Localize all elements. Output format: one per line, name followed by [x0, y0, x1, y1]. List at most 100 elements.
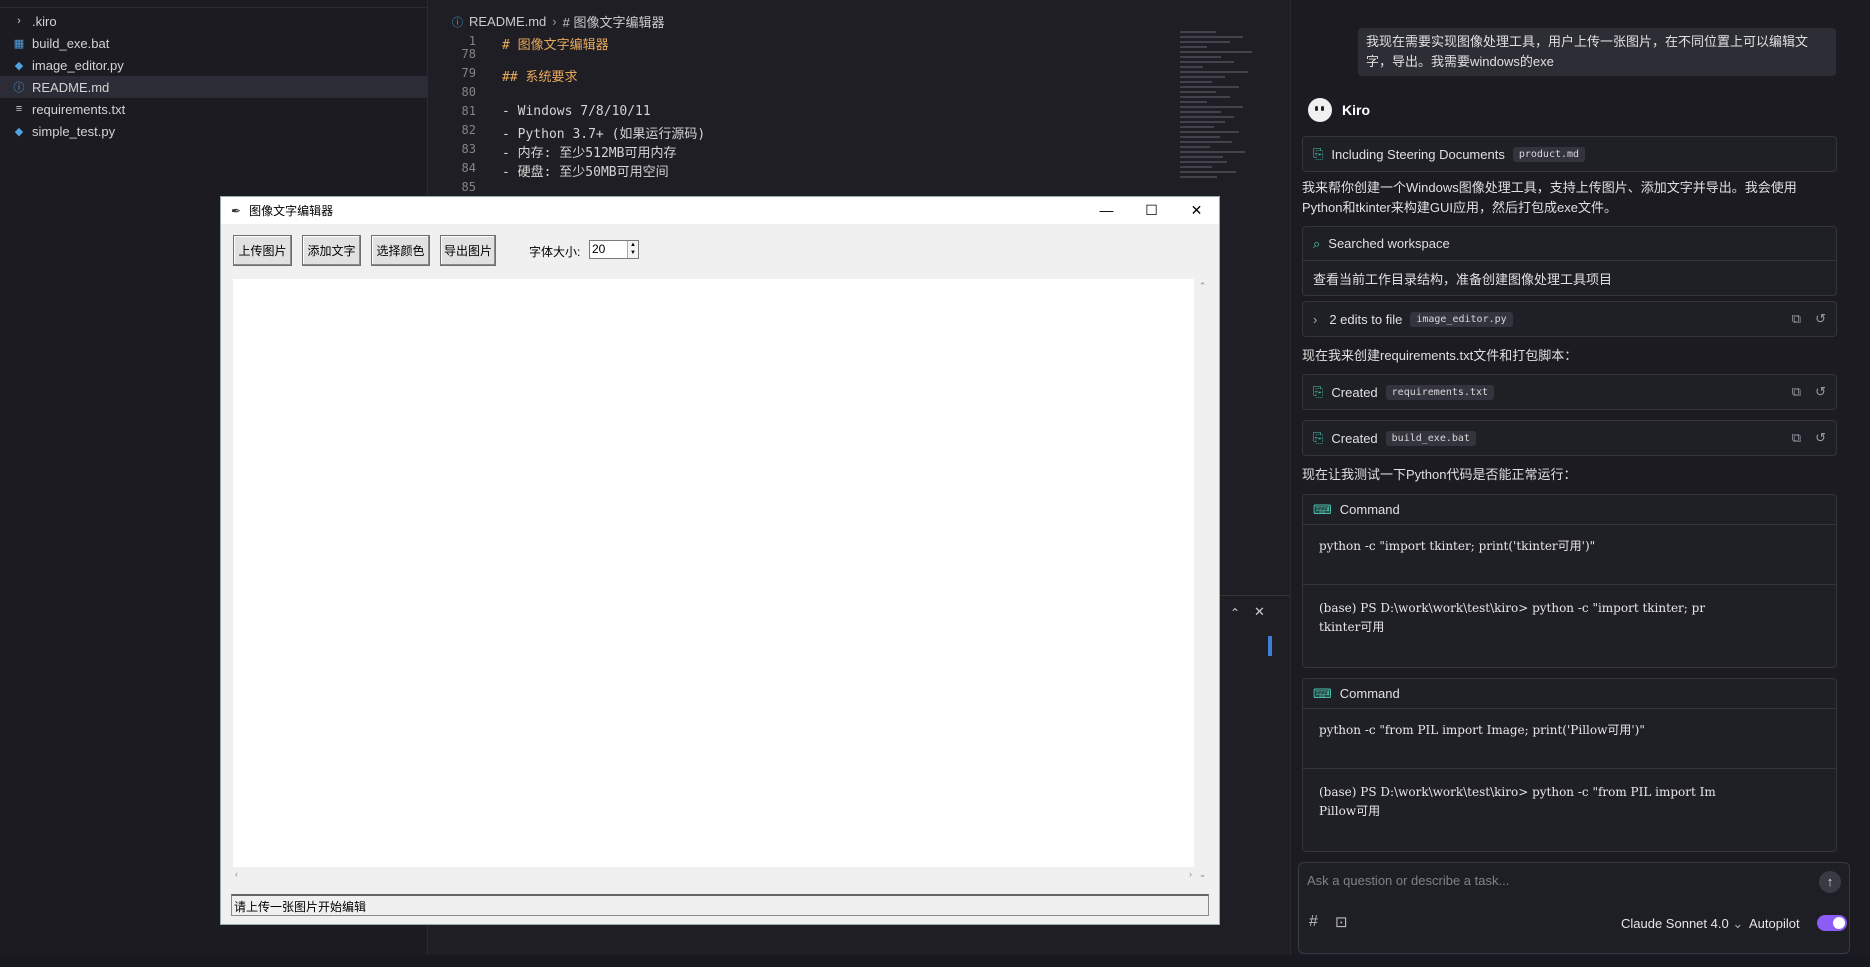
line-number: 1 — [468, 34, 476, 48]
document-check-icon: ⎘ — [1313, 146, 1324, 161]
revert-icon[interactable]: ↺ — [1815, 430, 1826, 446]
chevron-right-icon: › — [17, 15, 21, 27]
code-line[interactable]: - 内存: 至少512MB可用内存 — [502, 142, 676, 161]
file-item[interactable]: ◆ image_editor.py — [0, 54, 428, 76]
close-icon[interactable]: ✕ — [1254, 604, 1265, 620]
info-icon: ⓘ — [452, 16, 463, 29]
info-icon: ⓘ — [13, 82, 25, 94]
edits-label: 2 edits to file — [1329, 311, 1403, 327]
scroll-down-icon[interactable]: ⌄ — [1194, 869, 1211, 880]
code-line[interactable]: # 图像文字编辑器 — [502, 34, 609, 53]
tk-window-title: 图像文字编辑器 — [249, 204, 334, 218]
minimize-icon[interactable]: — — [1084, 202, 1129, 219]
command-card: ⌨ Command python -c "from PIL import Ima… — [1302, 678, 1837, 852]
chevron-down-icon: ⌄ — [1732, 916, 1744, 931]
revert-icon[interactable]: ↺ — [1815, 311, 1826, 327]
spin-up-icon[interactable]: ▲ — [628, 241, 638, 249]
model-selector[interactable]: Claude Sonnet 4.0 ⌄ — [1621, 916, 1743, 932]
command-text: python -c "from PIL import Image; print(… — [1303, 709, 1836, 769]
search-icon: ⌕ — [1313, 235, 1321, 251]
chat-input[interactable]: Ask a question or describe a task... — [1307, 873, 1509, 888]
chevron-up-icon[interactable]: ⌃ — [1230, 606, 1240, 620]
line-number: 84 — [461, 161, 476, 175]
command-output: (base) PS D:\work\work\test\kiro> python… — [1319, 601, 1706, 634]
breadcrumb-section[interactable]: # 图像文字编辑器 — [563, 12, 665, 31]
line-number: 83 — [461, 142, 476, 156]
steering-label: Including Steering Documents — [1331, 146, 1505, 162]
steering-card[interactable]: ⎘ Including Steering Documents product.m… — [1302, 136, 1837, 172]
file-item[interactable]: ◆ simple_test.py — [0, 120, 428, 142]
font-size-label: 字体大小: — [529, 245, 581, 259]
agent-intro: 我来帮你创建一个Windows图像处理工具，支持上传图片、添加文字并导出。我会使… — [1302, 180, 1797, 215]
agent-name: Kiro — [1342, 102, 1370, 118]
code-line[interactable]: - Python 3.7+ (如果运行源码) — [502, 123, 705, 142]
file-item[interactable]: ▦ build_exe.bat — [0, 32, 428, 54]
terminal-icon: ⌨ — [1313, 501, 1332, 517]
line-number: 85 — [461, 180, 476, 194]
agent-header: Kiro — [1308, 98, 1370, 122]
created-card[interactable]: ⎘ Created requirements.txt ⧉ ↺ — [1302, 374, 1837, 410]
scroll-up-icon[interactable]: ⌃ — [1194, 281, 1211, 292]
diff-icon[interactable]: ⧉ — [1792, 430, 1801, 446]
file-label: build_exe.bat — [32, 35, 110, 51]
search-detail: 查看当前工作目录结构，准备创建图像处理工具项目 — [1313, 271, 1613, 287]
chevron-right-icon: › — [552, 14, 557, 29]
lines-icon: ≡ — [15, 103, 23, 115]
document-check-icon: ⎘ — [1313, 384, 1324, 399]
agent-paragraph: 现在我来创建requirements.txt文件和打包脚本： — [1302, 348, 1578, 363]
file-item[interactable]: ≡ requirements.txt — [0, 98, 428, 120]
agent-paragraph: 现在让我测试一下Python代码是否能正常运行： — [1302, 467, 1577, 482]
file-label: image_editor.py — [32, 57, 124, 73]
image-icon[interactable]: ⊡ — [1335, 913, 1348, 931]
font-size-value: 20 — [592, 242, 606, 256]
spin-down-icon[interactable]: ▼ — [628, 249, 638, 257]
status-text: 请上传一张图片开始编辑 — [231, 894, 1209, 916]
created-label: Created — [1331, 430, 1378, 446]
code-line[interactable]: - 硬盘: 至少50MB可用空间 — [502, 161, 669, 180]
file-chip[interactable]: build_exe.bat — [1385, 430, 1476, 446]
user-message: 我现在需要实现图像处理工具，用户上传一张图片，在不同位置上可以编辑文字，导出。我… — [1358, 28, 1836, 76]
scroll-right-icon[interactable]: › — [1189, 869, 1192, 879]
add-text-button[interactable]: 添加文字 — [302, 235, 361, 266]
file-item[interactable]: ⓘ README.md — [0, 76, 428, 98]
search-card[interactable]: ⌕ Searched workspace 查看当前工作目录结构，准备创建图像处理… — [1302, 226, 1837, 296]
revert-icon[interactable]: ↺ — [1815, 384, 1826, 400]
breadcrumb-file[interactable]: README.md — [469, 14, 546, 29]
diff-icon[interactable]: ⧉ — [1792, 311, 1801, 327]
file-item[interactable]: › .kiro — [0, 10, 428, 32]
line-number: 78 — [461, 47, 476, 61]
upload-image-button[interactable]: 上传图片 — [233, 235, 292, 266]
file-chip[interactable]: product.md — [1512, 146, 1586, 162]
line-number: 81 — [461, 104, 476, 118]
command-header: Command — [1339, 502, 1400, 517]
command-card: ⌨ Command python -c "import tkinter; pri… — [1302, 494, 1837, 668]
diff-icon[interactable]: ⧉ — [1792, 384, 1801, 400]
edits-card[interactable]: › 2 edits to file image_editor.py ⧉ ↺ — [1302, 301, 1837, 337]
choose-color-button[interactable]: 选择颜色 — [371, 235, 430, 266]
breadcrumb: ⓘ README.md › # 图像文字编辑器 — [452, 12, 664, 31]
line-number: 82 — [461, 123, 476, 137]
windows-icon: ▦ — [13, 37, 25, 50]
created-label: Created — [1331, 384, 1378, 400]
image-canvas[interactable] — [233, 279, 1194, 867]
autopilot-toggle[interactable] — [1817, 915, 1847, 931]
maximize-icon[interactable]: ☐ — [1129, 202, 1174, 219]
horizontal-scrollbar[interactable]: ‹ › — [233, 867, 1194, 884]
created-card[interactable]: ⎘ Created build_exe.bat ⧉ ↺ — [1302, 420, 1837, 456]
tk-title-bar[interactable]: ✒ 图像文字编辑器 — ☐ ✕ — [221, 197, 1219, 224]
file-chip[interactable]: requirements.txt — [1385, 384, 1494, 400]
file-chip[interactable]: image_editor.py — [1410, 311, 1513, 327]
code-line[interactable]: ## 系统要求 — [502, 66, 577, 85]
vertical-scrollbar[interactable]: ⌃ ⌄ — [1194, 279, 1211, 884]
close-icon[interactable]: ✕ — [1174, 202, 1219, 219]
hash-icon[interactable]: # — [1309, 913, 1318, 931]
terminal-icon: ⌨ — [1313, 685, 1332, 701]
send-button[interactable]: ↑ — [1819, 871, 1841, 893]
file-label: .kiro — [32, 13, 57, 29]
scroll-left-icon[interactable]: ‹ — [235, 869, 238, 879]
code-line[interactable]: - Windows 7/8/10/11 — [502, 104, 651, 119]
export-image-button[interactable]: 导出图片 — [440, 235, 496, 266]
font-size-spinbox[interactable]: 20 ▲ ▼ — [589, 240, 639, 259]
chevron-right-icon[interactable]: › — [1313, 312, 1317, 327]
command-text: python -c "import tkinter; print('tkinte… — [1303, 525, 1836, 585]
